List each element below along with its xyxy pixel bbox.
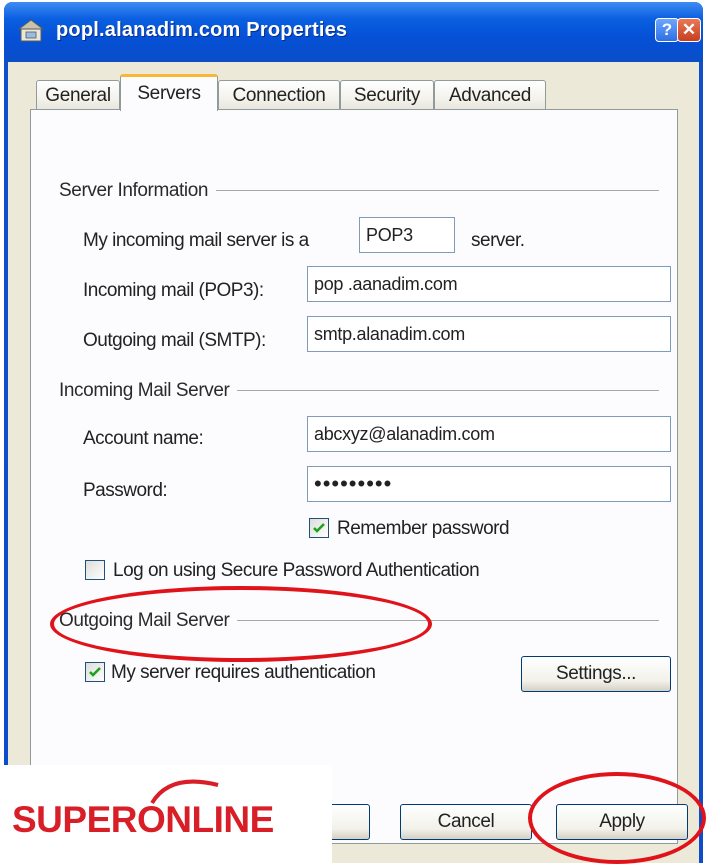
outgoing-mail-input[interactable]: smtp.alanadim.com: [307, 316, 671, 352]
window-title: popl.alanadim.com Properties: [56, 19, 348, 41]
server-info-heading: Server Information: [59, 180, 217, 202]
tab-security[interactable]: Security: [340, 80, 434, 110]
incoming-mail-label: Incoming mail (POP3):: [83, 280, 264, 301]
remember-password-label: Remember password: [337, 518, 510, 539]
highlight-ellipse-auth: [50, 586, 432, 662]
superonline-logo: SUPERONLINE: [0, 765, 332, 863]
settings-button[interactable]: Settings...: [521, 656, 671, 692]
server-suffix-label: server.: [471, 230, 525, 251]
account-name-label: Account name:: [83, 428, 204, 449]
remember-password-checkbox[interactable]: [309, 518, 329, 538]
close-button[interactable]: ✕: [677, 18, 701, 42]
requires-auth-checkbox[interactable]: [85, 662, 105, 682]
cancel-button[interactable]: Cancel: [400, 804, 532, 840]
tab-advanced[interactable]: Advanced: [434, 80, 546, 110]
outgoing-mail-label: Outgoing mail (SMTP):: [83, 330, 266, 351]
tab-general[interactable]: General: [36, 80, 120, 110]
properties-window: popl.alanadim.com Properties ? ✕ General…: [4, 2, 703, 863]
mail-server-icon: [17, 18, 46, 44]
requires-auth-label: My server requires authentication: [111, 662, 376, 683]
incoming-server-heading: Incoming Mail Server: [59, 380, 238, 402]
password-input[interactable]: •••••••••: [307, 466, 671, 502]
logo-text: SUPERONLINE: [12, 799, 274, 840]
incoming-type-field: POP3: [359, 217, 455, 253]
tab-servers[interactable]: Servers: [120, 74, 218, 111]
incoming-type-label: My incoming mail server is a: [83, 230, 309, 251]
highlight-ellipse-apply: [528, 772, 706, 864]
title-bar: popl.alanadim.com Properties ? ✕: [4, 2, 703, 62]
tab-strip: General Servers Connection Security Adva…: [30, 72, 699, 111]
password-label: Password:: [83, 480, 168, 501]
incoming-mail-input[interactable]: pop .aanadim.com: [307, 266, 671, 302]
help-button[interactable]: ?: [655, 18, 679, 42]
spa-label: Log on using Secure Password Authenticat…: [113, 560, 480, 581]
account-name-input[interactable]: abcxyz@alanadim.com: [307, 416, 671, 452]
tab-connection[interactable]: Connection: [218, 80, 340, 110]
checkmark-icon: [313, 523, 325, 533]
checkmark-icon: [89, 667, 101, 677]
dialog-client: General Servers Connection Security Adva…: [8, 62, 699, 863]
servers-panel: Server Information My incoming mail serv…: [30, 109, 678, 844]
spa-checkbox[interactable]: [85, 560, 105, 580]
